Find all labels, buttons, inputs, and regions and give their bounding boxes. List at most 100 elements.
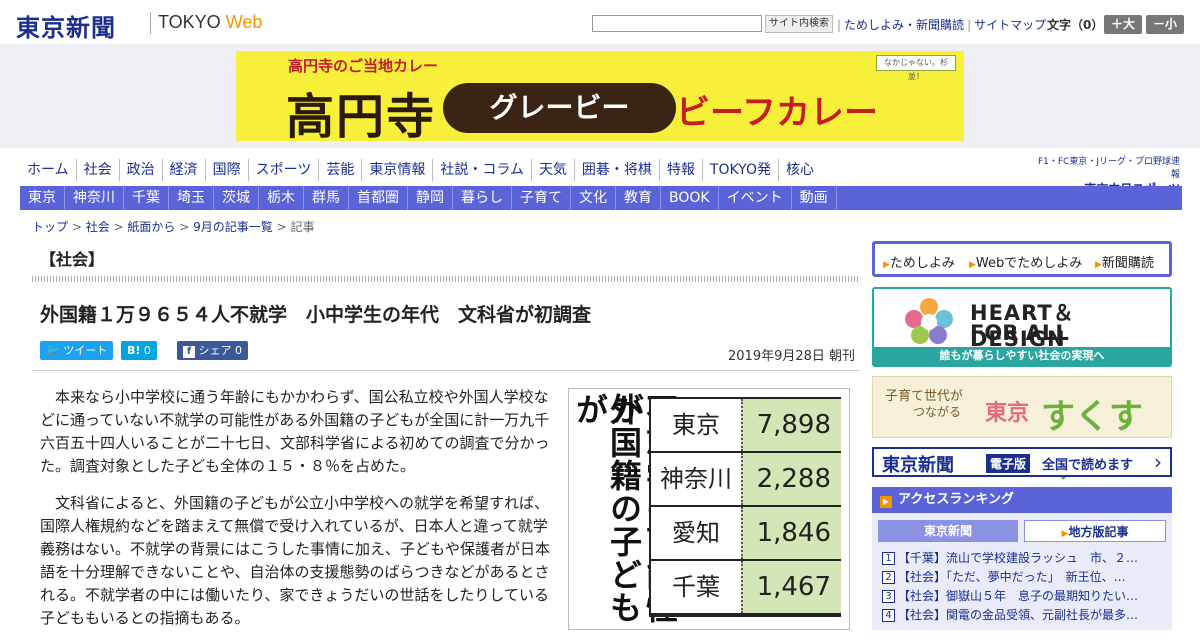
nav-economy[interactable]: 経済 (161, 159, 205, 181)
region-tokyo[interactable]: 東京 (20, 186, 65, 210)
nav-tokuho[interactable]: 特報 (658, 159, 702, 181)
heart-design-banner[interactable]: HEART＆DESIGN FOR ALL 誰もが暮らしやすい社会の実現へ (872, 287, 1172, 367)
trial-subscribe-link[interactable]: ためしよみ・新聞購読 (844, 18, 964, 32)
figure-count: 1,846 (741, 507, 841, 559)
site-logo[interactable]: 東京新聞 (16, 8, 116, 43)
search-input[interactable] (592, 15, 762, 32)
nav-kakushin[interactable]: 核心 (777, 159, 821, 181)
font-smaller-button[interactable]: －小 (1146, 15, 1184, 34)
nav-tokyo-info[interactable]: 東京情報 (361, 159, 432, 181)
ranking-list: 1 【千葉】流山で学校建設ラッシュ 市、２… 2 【社会】「ただ、夢中だった」 新王… (882, 549, 1166, 625)
font-larger-button[interactable]: ＋大 (1104, 15, 1142, 34)
nav-tokyo-hatsu[interactable]: TOKYO発 (701, 159, 778, 181)
access-ranking: ▶ アクセスランキング 東京新聞 ▶地方版記事 1 【千葉】流山で学校建設ラッシュ … (872, 487, 1172, 630)
tweet-button[interactable]: 🐦 ツイート (40, 341, 114, 360)
logo-en-tokyo: TOKYO (158, 12, 226, 32)
sukusuku-banner[interactable]: 子育て世代が つながる 東京 すくすく (872, 376, 1172, 486)
digital-edition-logo: 東京新聞 (882, 455, 954, 476)
hatena-bookmark-button[interactable]: B! 0 (121, 341, 157, 360)
ranking-icon: ▶ (880, 496, 892, 508)
figure-count: 7,898 (741, 399, 841, 451)
breadcrumb-month-list[interactable]: 9月の記事一覧 (193, 220, 273, 234)
ad-title-gravy: グレービー (443, 83, 676, 133)
flower-logo-icon (905, 298, 953, 344)
region-chiba[interactable]: 千葉 (124, 186, 169, 210)
nav-events[interactable]: イベント (719, 186, 792, 210)
digital-edition-banner[interactable]: 東京新聞 電子版 全国で読めます › (872, 447, 1172, 477)
rank-number: 4 (882, 609, 895, 622)
tab-local-edition[interactable]: ▶地方版記事 (1024, 520, 1166, 542)
nav-society[interactable]: 社会 (75, 159, 119, 181)
tab-tokyo-shimbun[interactable]: 東京新聞 (878, 520, 1018, 542)
nav-entertainment[interactable]: 芸能 (318, 159, 361, 181)
nav-sports[interactable]: スポーツ (247, 159, 319, 181)
ranking-item[interactable]: 3 【社会】御嶽山５年 息子の最期知りたい… (882, 587, 1166, 606)
digital-edition-badge: 電子版 (986, 454, 1031, 473)
ranking-item-title: 【社会】御嶽山５年 息子の最期知りたい… (898, 589, 1139, 603)
site-logo-en[interactable]: TOKYO Web (158, 12, 262, 33)
hatena-count: 0 (143, 344, 151, 357)
ranking-item[interactable]: 4 【社会】関電の金品受領、元副社長が最多… (882, 606, 1166, 625)
heart-design-caption: 誰もが暮らしやすい社会の実現へ (874, 347, 1170, 365)
nav-home[interactable]: ホーム (20, 159, 76, 181)
ranking-item[interactable]: 1 【千葉】流山で学校建設ラッシュ 市、２… (882, 549, 1166, 568)
logo-en-web: Web (225, 12, 263, 32)
subscription-links: ▶ためしよみ ▶Webでためしよみ ▶新聞購読 (872, 241, 1172, 277)
facebook-icon: f (183, 346, 195, 358)
region-shizuoka[interactable]: 静岡 (408, 186, 453, 210)
article-date: 2019年9月28日 朝刊 (728, 349, 856, 364)
nav-video[interactable]: 動画 (792, 186, 837, 210)
rank-number: 3 (882, 590, 895, 603)
trial-link-label: ためしよみ (889, 256, 955, 271)
nav-living[interactable]: 暮らし (453, 186, 512, 210)
nav-international[interactable]: 国際 (204, 159, 248, 181)
article-figure[interactable]: 不就学の可能性が 外国籍の子どもが 東京7,898 神奈川2,288 愛知1,8… (568, 388, 850, 630)
nav-book[interactable]: BOOK (661, 186, 719, 210)
breadcrumb-print[interactable]: 紙面から (127, 220, 175, 234)
hatena-icon: B! (127, 344, 141, 357)
figure-title-col2: 外国籍の子どもが (571, 393, 643, 624)
main-nav: ホーム 社会 政治 経済 国際 スポーツ 芸能 東京情報 社説・コラム 天気 囲碁・将棋 特報 TOKY… (20, 159, 821, 181)
ranking-item[interactable]: 2 【社会】「ただ、夢中だった」 新王位、… (882, 568, 1166, 587)
nav-politics[interactable]: 政治 (118, 159, 162, 181)
breadcrumb: トップ > 社会 > 紙面から > 9月の記事一覧 > 記事 (32, 220, 315, 234)
breadcrumb-society[interactable]: 社会 (86, 220, 110, 234)
nav-editorial[interactable]: 社説・コラム (432, 159, 531, 181)
nav-parenting[interactable]: 子育て (512, 186, 571, 210)
subscribe-link[interactable]: ▶新聞購読 (1095, 252, 1154, 271)
breadcrumb-current: 記事 (290, 220, 315, 234)
nav-culture[interactable]: 文化 (571, 186, 616, 210)
region-kanagawa[interactable]: 神奈川 (65, 186, 124, 210)
ad-banner[interactable]: 高円寺のご当地カレー 高円寺 グレービー ビーフカレー なかじゃない。杉並！ (236, 51, 964, 141)
figure-table: 東京 7,898 神奈川 2,288 愛知 1,846 千葉 1,467 (649, 397, 841, 617)
article-body: 本来なら小中学校に通う年齢にもかかわらず、国公私立校や外国人学校などに通っていな… (40, 386, 552, 644)
sitemap-link[interactable]: サイトマップ (974, 18, 1046, 32)
nav-go-shogi[interactable]: 囲碁・将棋 (573, 159, 659, 181)
header-links: | ためしよみ・新聞購読 | サイトマップ | (837, 18, 1054, 32)
article-paragraph-1: 本来なら小中学校に通う年齢にもかかわらず、国公私立校や外国人学校などに通っていな… (40, 388, 550, 475)
ranking-title: アクセスランキング (898, 492, 1014, 507)
figure-row: 愛知 1,846 (651, 507, 841, 561)
facebook-share-button[interactable]: f シェア 0 (177, 341, 248, 360)
figure-row: 東京 7,898 (651, 399, 841, 453)
sukusuku-tagline-1: 子育て世代が (885, 389, 964, 404)
triangle-icon: ▶ (883, 260, 890, 270)
chevron-right-icon: › (1154, 450, 1162, 474)
nav-education[interactable]: 教育 (616, 186, 661, 210)
region-shutoken[interactable]: 首都圏 (349, 186, 408, 210)
article-paragraph-2: 文科省によると、外国籍の子どもが公立小中学校への就学を希望すれば、国際人権規約な… (40, 494, 551, 627)
trial-link[interactable]: ▶ためしよみ (883, 252, 955, 271)
sports-link-caption: F1・FC東京・Jリーグ・プロ野球速報 (1037, 157, 1180, 180)
breadcrumb-top[interactable]: トップ (32, 220, 68, 234)
web-trial-link[interactable]: ▶Webでためしよみ (969, 252, 1082, 271)
subscribe-link-label: 新聞購読 (1101, 256, 1154, 271)
region-tochigi[interactable]: 栃木 (259, 186, 304, 210)
sukusuku-tagline-2: つながる (913, 405, 962, 419)
region-saitama[interactable]: 埼玉 (169, 186, 214, 210)
ad-title-koenji: 高円寺 (286, 89, 437, 141)
nav-weather[interactable]: 天気 (530, 159, 574, 181)
site-search-button[interactable]: サイト内検索 (765, 15, 833, 33)
figure-count: 2,288 (741, 453, 841, 505)
region-gunma[interactable]: 群馬 (304, 186, 349, 210)
region-ibaraki[interactable]: 茨城 (214, 186, 259, 210)
